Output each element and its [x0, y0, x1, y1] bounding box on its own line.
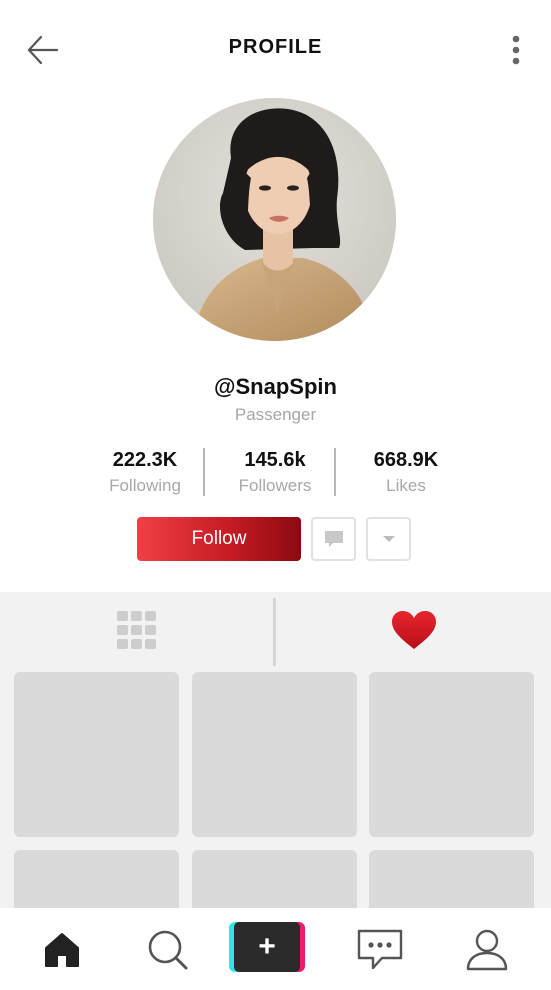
stat-likes[interactable]: 668.9K Likes	[341, 446, 471, 496]
more-options-button[interactable]	[501, 30, 531, 70]
home-icon	[45, 933, 79, 967]
stat-divider	[203, 448, 205, 496]
stat-followers[interactable]: 145.6k Followers	[210, 446, 340, 496]
nav-profile[interactable]	[457, 924, 517, 976]
profile-stats: 222.3K Following 145.6k Followers 668.9K…	[80, 446, 471, 502]
tab-posts-grid[interactable]	[0, 592, 274, 668]
avatar-photo	[153, 98, 396, 341]
nav-search[interactable]	[138, 924, 198, 976]
chat-icon	[357, 929, 403, 970]
profile-content	[0, 592, 551, 922]
avatar[interactable]	[153, 98, 396, 341]
message-icon	[324, 531, 343, 547]
caret-down-icon	[382, 536, 395, 542]
username: @SnapSpin	[214, 374, 337, 399]
plus-icon: +	[234, 922, 300, 972]
search-icon	[148, 930, 188, 970]
user-icon	[466, 929, 508, 971]
stat-following[interactable]: 222.3K Following	[80, 446, 210, 496]
user-role: Passenger	[234, 405, 317, 424]
stat-label: Following	[109, 476, 181, 495]
nav-home[interactable]	[32, 924, 92, 976]
stat-value: 222.3K	[112, 449, 178, 471]
page-title: PROFILE	[228, 36, 323, 58]
post-thumbnail[interactable]	[369, 672, 534, 837]
stat-label: Followers	[238, 476, 312, 495]
follow-button[interactable]: Follow	[137, 517, 301, 561]
post-thumbnail[interactable]	[14, 672, 179, 837]
message-button[interactable]	[311, 517, 356, 561]
more-vertical-icon	[512, 35, 520, 65]
create-button[interactable]: +	[229, 922, 305, 972]
tab-liked[interactable]	[276, 592, 551, 668]
stat-value: 668.9K	[373, 449, 439, 471]
dropdown-button[interactable]	[366, 517, 411, 561]
top-bar: PROFILE	[0, 0, 551, 100]
stat-label: Likes	[386, 476, 426, 495]
grid-icon	[117, 611, 156, 649]
stat-value: 145.6k	[244, 449, 306, 471]
bottom-nav: +	[0, 908, 551, 990]
nav-messages[interactable]	[350, 924, 410, 976]
post-thumbnail[interactable]	[192, 672, 357, 837]
heart-icon	[391, 611, 436, 649]
stat-divider	[334, 448, 336, 496]
